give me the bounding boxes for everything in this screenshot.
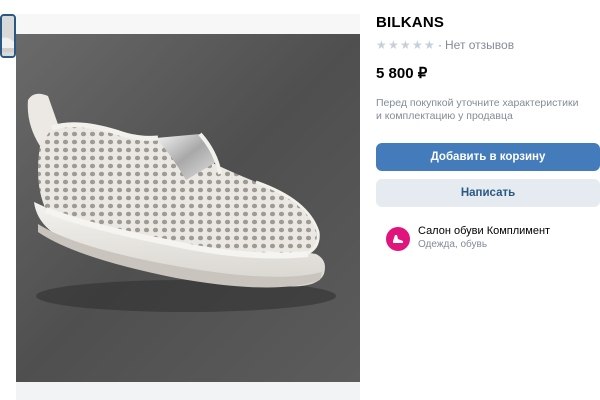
seller-category: Одежда, обувь (418, 239, 488, 250)
star-icon: ★ (424, 37, 435, 52)
seller-name[interactable]: Салон обуви Комплимент (418, 224, 550, 238)
message-seller-button[interactable]: Написать (376, 179, 600, 207)
photo-bottom-strip (16, 382, 360, 400)
star-icon: ★ (388, 37, 399, 52)
add-to-cart-button[interactable]: Добавить в корзину (376, 143, 600, 171)
photo-top-strip (16, 14, 360, 34)
shoe-icon (393, 235, 403, 243)
seller-text: Салон обуви Комплимент Одежда, обувь (418, 224, 550, 251)
rating-row: ★ ★ ★ ★ ★ · Нет отзывов (376, 38, 600, 52)
product-price: 5 800 ₽ (376, 65, 428, 82)
seller-avatar[interactable] (386, 227, 410, 251)
thumbnail-column (0, 14, 16, 58)
seller-note: Перед покупкой уточните характеристики и… (376, 97, 579, 122)
product-title: BILKANS (376, 14, 445, 31)
seller-card[interactable]: Салон обуви Комплимент Одежда, обувь (386, 224, 550, 251)
product-photo[interactable] (16, 34, 360, 382)
star-icon: ★ (376, 37, 387, 52)
separator-dot: · (438, 38, 442, 52)
thumbnail-selected[interactable] (0, 14, 16, 58)
reviews-link[interactable]: Нет отзывов (445, 38, 514, 52)
product-info: BILKANS ★ ★ ★ ★ ★ · Нет отзывов 5 800 ₽ … (376, 14, 600, 123)
star-icon: ★ (400, 37, 411, 52)
star-icon: ★ (412, 37, 423, 52)
